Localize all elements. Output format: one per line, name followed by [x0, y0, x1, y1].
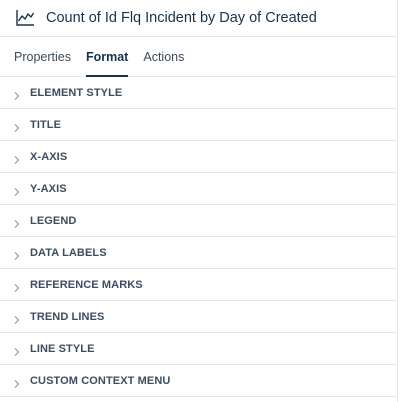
chevron-right-icon [12, 248, 22, 260]
section-label: DATA LABELS [30, 246, 107, 259]
section-label: TITLE [30, 118, 62, 131]
panel-header: Count of Id Flq Incident by Day of Creat… [0, 0, 397, 37]
section-x-axis[interactable]: X-AXIS [0, 141, 397, 173]
chevron-right-icon [12, 280, 22, 292]
chevron-right-icon [12, 88, 22, 100]
format-section-list: ELEMENT STYLE TITLE X-AXIS Y-AXIS LEGEND… [0, 77, 397, 397]
chevron-right-icon [12, 376, 22, 388]
section-label: TREND LINES [30, 310, 105, 323]
chevron-right-icon [12, 120, 22, 132]
section-label: CUSTOM CONTEXT MENU [30, 374, 171, 387]
section-legend[interactable]: LEGEND [0, 205, 397, 237]
tab-format[interactable]: Format [85, 37, 129, 77]
tab-bar: Properties Format Actions [0, 37, 397, 77]
section-trend-lines[interactable]: TREND LINES [0, 301, 397, 333]
section-reference-marks[interactable]: REFERENCE MARKS [0, 269, 397, 301]
section-custom-context-menu[interactable]: CUSTOM CONTEXT MENU [0, 365, 397, 397]
chevron-right-icon [12, 184, 22, 196]
section-line-style[interactable]: LINE STYLE [0, 333, 397, 365]
tab-actions[interactable]: Actions [143, 37, 184, 76]
panel-title: Count of Id Flq Incident by Day of Creat… [46, 10, 317, 26]
tab-properties[interactable]: Properties [14, 37, 71, 76]
section-label: REFERENCE MARKS [30, 278, 143, 291]
format-panel: Count of Id Flq Incident by Day of Creat… [0, 0, 398, 402]
section-title[interactable]: TITLE [0, 109, 397, 141]
section-y-axis[interactable]: Y-AXIS [0, 173, 397, 205]
tab-format-label: Format [85, 49, 129, 64]
section-data-labels[interactable]: DATA LABELS [0, 237, 397, 269]
tab-properties-label: Properties [14, 49, 71, 64]
chevron-right-icon [12, 344, 22, 356]
chevron-right-icon [12, 312, 22, 324]
section-label: ELEMENT STYLE [30, 86, 123, 99]
section-label: LINE STYLE [30, 342, 95, 355]
section-label: Y-AXIS [30, 182, 67, 195]
tab-actions-label: Actions [143, 49, 185, 64]
section-element-style[interactable]: ELEMENT STYLE [0, 77, 397, 109]
line-chart-icon [15, 9, 35, 27]
chevron-right-icon [12, 216, 22, 228]
section-label: LEGEND [30, 214, 77, 227]
chevron-right-icon [12, 152, 22, 164]
section-label: X-AXIS [30, 150, 68, 163]
